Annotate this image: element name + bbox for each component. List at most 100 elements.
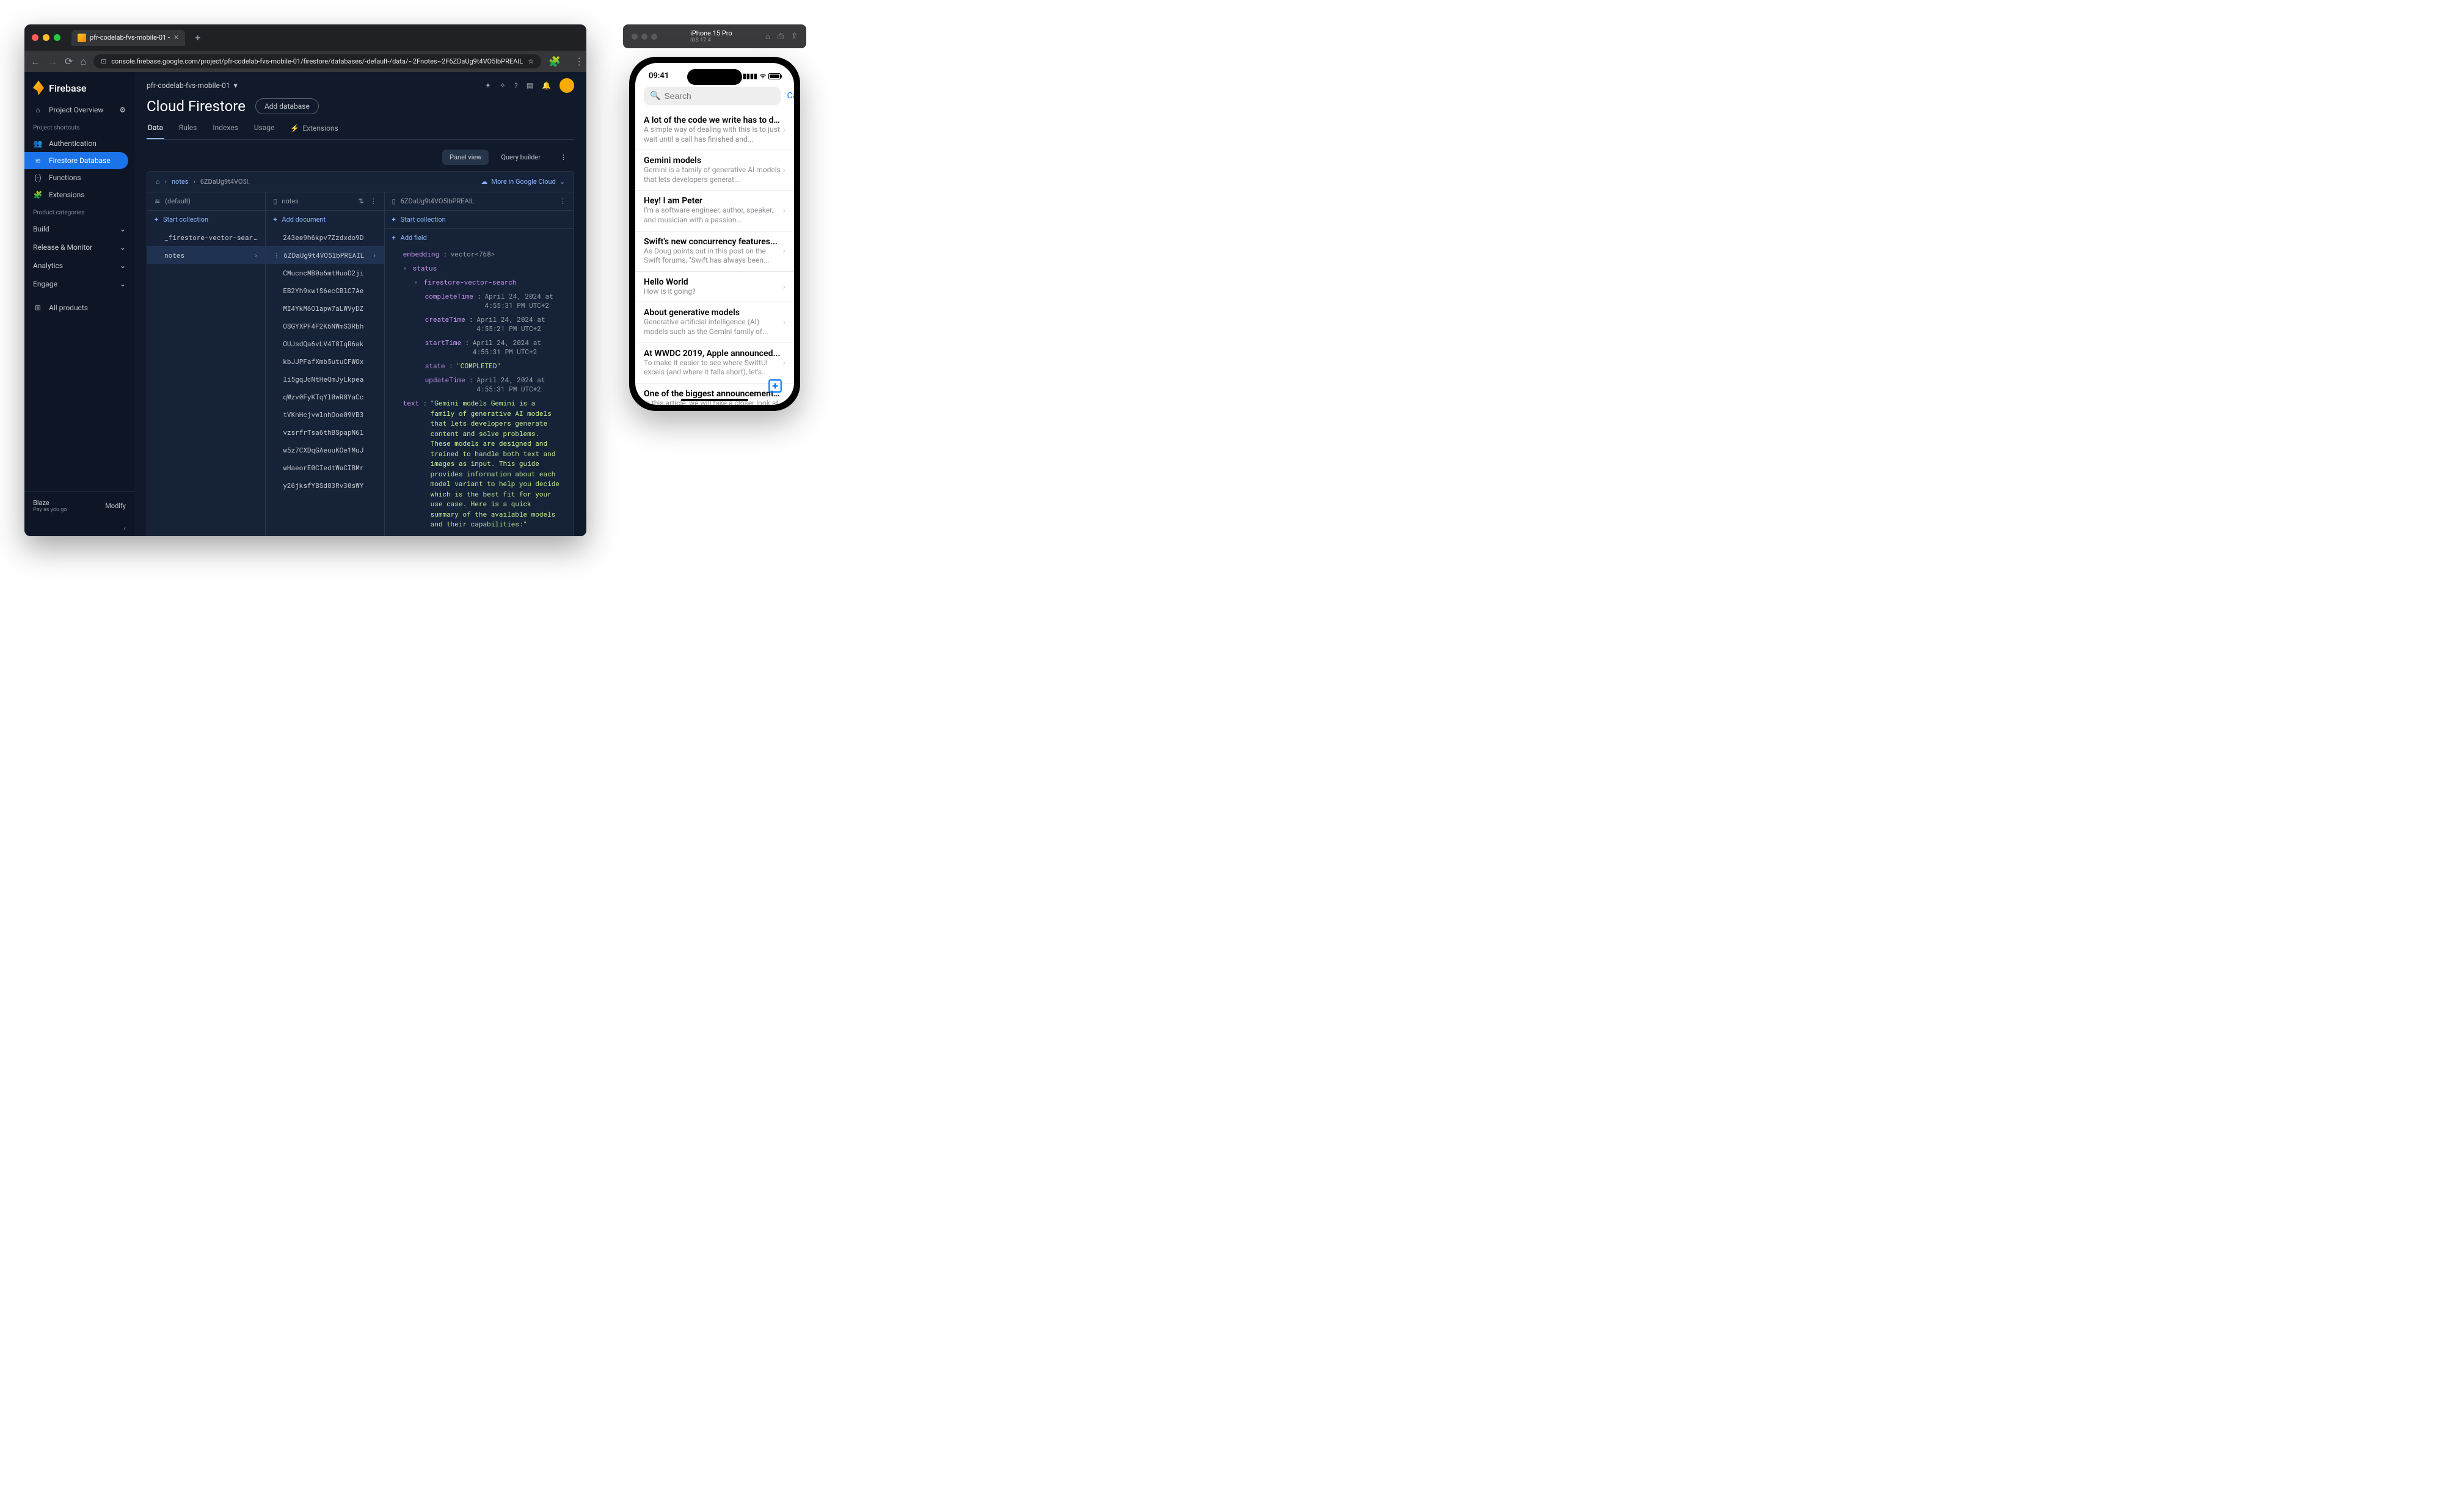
field-updatetime[interactable]: updateTime:April 24, 2024 at 4:55:31 PM …	[385, 373, 574, 396]
sidebar-item-firestore[interactable]: ≋ Firestore Database	[24, 152, 128, 169]
user-avatar[interactable]	[560, 78, 574, 93]
view-menu-icon[interactable]: ⋮	[553, 150, 574, 165]
add-database-button[interactable]: Add database	[255, 98, 319, 114]
field-fvs[interactable]: ▾firestore-vector-search	[385, 275, 574, 289]
home-button[interactable]: ⌂	[80, 56, 86, 68]
doc-item[interactable]: ⋮6ZDaUg9t4VO5lbPREAIL›	[266, 246, 384, 264]
field-completetime[interactable]: completeTime:April 24, 2024 at 4:55:31 P…	[385, 289, 574, 312]
sim-zoom[interactable]	[651, 34, 657, 40]
doc-item[interactable]: qWzv0FyKTqYl0wR8YaCc	[266, 388, 384, 405]
add-field-button[interactable]: +Add field	[385, 229, 574, 247]
sidebar-item-extensions[interactable]: 🧩 Extensions	[24, 186, 134, 203]
project-overview[interactable]: ⌂ Project Overview ⚙	[24, 101, 134, 118]
search-field[interactable]: 🔍	[644, 87, 781, 105]
category-analytics[interactable]: Analytics⌄	[24, 256, 134, 275]
back-button[interactable]: ←	[31, 56, 40, 68]
logo-row[interactable]: Firebase	[24, 72, 134, 101]
sim-home-icon[interactable]: ⌂	[765, 32, 770, 42]
field-embedding[interactable]: embedding:vector<768>	[385, 247, 574, 261]
doc-item[interactable]: MI4YkM6Olapw7aLWVyDZ	[266, 299, 384, 317]
home-icon[interactable]: ⌂	[156, 178, 160, 186]
sim-minimize[interactable]	[641, 34, 647, 40]
help-icon[interactable]: ?	[514, 81, 518, 90]
start-collection-button[interactable]: +Start collection	[147, 211, 265, 228]
doc-item[interactable]: CMucncMB0a6mtHuoD2ji	[266, 264, 384, 282]
note-item[interactable]: At WWDC 2019, Apple announced...To make …	[635, 343, 794, 384]
minimize-window[interactable]	[43, 34, 49, 41]
doc-item[interactable]: tVKnHcjvwlnhOoe09VB3	[266, 405, 384, 423]
note-item[interactable]: Gemini modelsGemini is a family of gener…	[635, 150, 794, 191]
notes-list[interactable]: A lot of the code we write has to de...A…	[635, 110, 794, 405]
field-userid[interactable]: userId:"pOeHfwsbU1ODjatMdhSPk5kTlH43"	[385, 532, 574, 537]
bookmark-icon[interactable]: ☆	[528, 57, 534, 65]
settings-gear-icon[interactable]: ⚙	[119, 106, 126, 114]
new-tab-button[interactable]: +	[190, 29, 205, 46]
field-status[interactable]: ▾status	[385, 261, 574, 275]
doc-item[interactable]: w5z7CXDqGAeuuKOe1MuJ	[266, 441, 384, 459]
field-starttime[interactable]: startTime:April 24, 2024 at 4:55:31 PM U…	[385, 335, 574, 358]
sim-close[interactable]	[632, 34, 638, 40]
home-indicator[interactable]	[681, 399, 748, 401]
note-item[interactable]: Hello WorldHow is it going?›	[635, 272, 794, 303]
field-state[interactable]: state:"COMPLETED"	[385, 358, 574, 373]
doc-item[interactable]: li5gqJcNtHeQmJyLkpea	[266, 370, 384, 388]
sim-share-icon[interactable]: ⇪	[791, 32, 798, 42]
project-selector[interactable]: pfr-codelab-fvs-mobile-01 ▾	[147, 81, 238, 90]
doc-item[interactable]: 243ee9h6kpv7Zzdxdo9D	[266, 228, 384, 246]
query-builder-button[interactable]: Query builder	[494, 150, 548, 165]
doc-item[interactable]: OUJsdQa6vLV4T8IqR6ak	[266, 335, 384, 352]
crumb-doc[interactable]: 6ZDaUg9t4VO5l.	[200, 178, 250, 186]
tab-indexes[interactable]: Indexes	[211, 123, 239, 139]
tab-rules[interactable]: Rules	[178, 123, 198, 139]
doc-item[interactable]: OSGYXPF4F2K6NWmS3Rbh	[266, 317, 384, 335]
browser-menu-icon[interactable]: ⋮	[574, 56, 584, 67]
field-text[interactable]: text:"Gemini models Gemini is a family o…	[385, 396, 574, 532]
theme-icon[interactable]: ✦	[485, 81, 491, 90]
field-createtime[interactable]: createTime:April 24, 2024 at 4:55:21 PM …	[385, 312, 574, 335]
feedback-icon[interactable]: ▤	[527, 81, 533, 90]
col-menu-icon[interactable]: ⋮	[560, 197, 566, 205]
doc-item[interactable]: EB2Yh9xw1S6ecCBlC7Ae	[266, 282, 384, 299]
note-item[interactable]: A lot of the code we write has to de...A…	[635, 110, 794, 150]
forward-button[interactable]: →	[48, 56, 57, 68]
tab-extensions[interactable]: ⚡ Extensions	[289, 123, 339, 139]
close-tab-icon[interactable]: ✕	[173, 34, 179, 42]
collection-item[interactable]: notes›	[147, 246, 265, 264]
collapse-sidebar[interactable]: ‹	[24, 520, 134, 536]
sim-screenshot-icon[interactable]: ⎙	[778, 32, 784, 42]
doc-item[interactable]: wHaeorE0CIedtWaCIBMr	[266, 459, 384, 476]
doc-item[interactable]: vzsrfrTsa6thBSpapN6l	[266, 423, 384, 441]
crumb-notes[interactable]: notes	[172, 178, 188, 186]
note-item[interactable]: About generative modelsGenerative artifi…	[635, 302, 794, 343]
sidebar-item-authentication[interactable]: 👥 Authentication	[24, 135, 134, 152]
panel-view-button[interactable]: Panel view	[442, 150, 489, 165]
col-menu-icon[interactable]: ⋮	[370, 197, 377, 205]
google-cloud-link[interactable]: ☁ More in Google Cloud ⌄	[481, 178, 565, 186]
extensions-icon[interactable]: 🧩	[549, 56, 560, 67]
doc-item[interactable]: y26jksfYBSd83Rv30sWY	[266, 476, 384, 494]
close-window[interactable]	[32, 34, 38, 41]
doc-item[interactable]: kbJJPFafXmb5utuCFWOx	[266, 352, 384, 370]
category-release[interactable]: Release & Monitor⌄	[24, 238, 134, 256]
note-item[interactable]: Hey! I am PeterI'm a software engineer, …	[635, 191, 794, 231]
compose-button[interactable]	[767, 378, 783, 394]
category-engage[interactable]: Engage⌄	[24, 275, 134, 293]
add-document-button[interactable]: +Add document	[266, 211, 384, 228]
site-info-icon[interactable]: ⊡	[101, 57, 106, 65]
modify-plan-button[interactable]: Modify	[105, 502, 126, 510]
address-bar[interactable]: ⊡ console.firebase.google.com/project/pf…	[93, 54, 541, 68]
category-build[interactable]: Build⌄	[24, 220, 134, 238]
note-item[interactable]: Swift's new concurrency features...As Do…	[635, 231, 794, 272]
tab-usage[interactable]: Usage	[253, 123, 276, 139]
maximize-window[interactable]	[54, 34, 60, 41]
doc-menu-icon[interactable]: ⋮	[273, 250, 283, 260]
cancel-button[interactable]: Cancel	[787, 91, 794, 101]
notifications-icon[interactable]: 🔔	[542, 81, 551, 90]
search-input[interactable]	[664, 91, 775, 101]
sidebar-item-functions[interactable]: (·) Functions	[24, 169, 134, 186]
spark-icon[interactable]: ✧	[500, 81, 506, 90]
filter-icon[interactable]: ⇅	[358, 197, 363, 205]
tab-data[interactable]: Data	[147, 123, 164, 139]
reload-button[interactable]: ⟳	[65, 56, 73, 67]
collection-item[interactable]: _firestore-vector-search	[147, 228, 265, 246]
